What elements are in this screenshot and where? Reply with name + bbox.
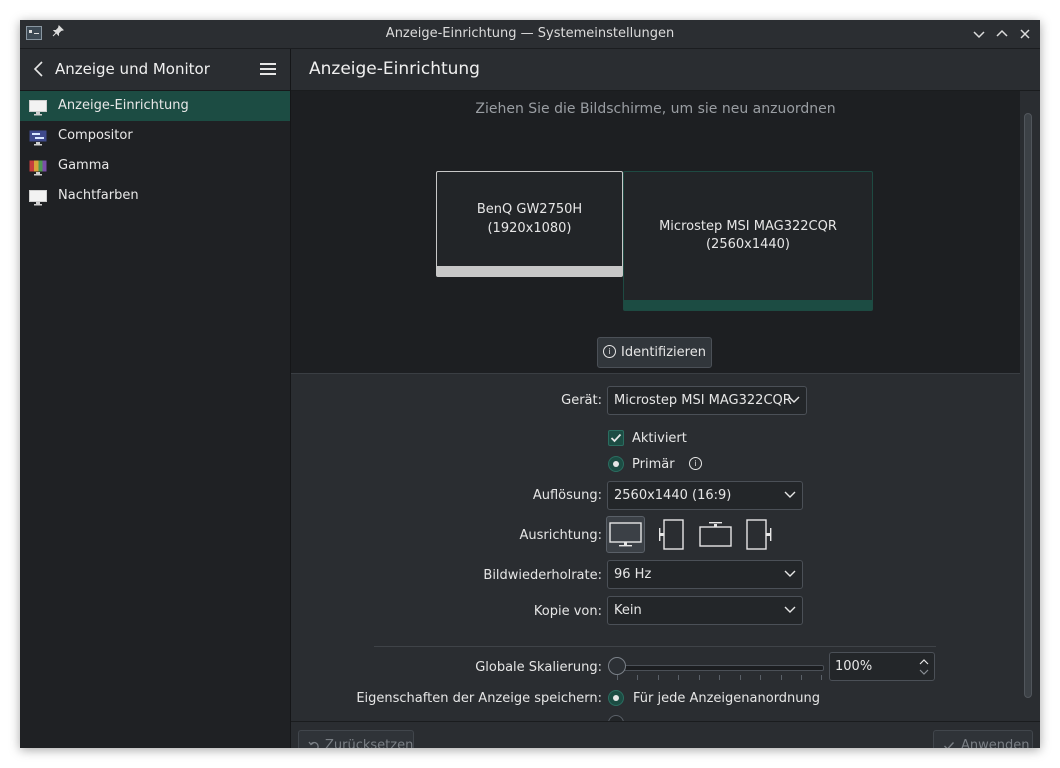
monitor-name: Microstep MSI MAG322CQR — [659, 219, 837, 234]
monitor-resolution: (1920x1080) — [487, 221, 572, 236]
save-per-arrangement-radio[interactable] — [608, 690, 624, 706]
apply-label: Anwenden — [961, 738, 1030, 748]
orientation-portrait-right-button[interactable] — [745, 516, 775, 553]
save-per-arrangement-label: Für jede Anzeigenanordnung — [633, 691, 821, 706]
refresh-rate-label: Bildwiederholrate: — [483, 568, 602, 583]
chevron-down-icon — [784, 491, 796, 498]
spin-down-icon[interactable] — [919, 669, 929, 676]
primary-radio[interactable] — [608, 456, 624, 472]
reset-label: Zurücksetzen — [325, 738, 414, 748]
refresh-rate-select[interactable]: 96 Hz — [607, 560, 803, 589]
identify-label: Identifizieren — [621, 345, 706, 360]
landscape-monitor-icon — [609, 522, 642, 547]
hamburger-menu-icon[interactable] — [260, 61, 278, 77]
chevron-down-icon — [784, 570, 796, 577]
mirror-select[interactable]: Kein — [607, 596, 803, 625]
chevron-down-icon — [788, 396, 800, 403]
spin-up-icon[interactable] — [919, 658, 929, 665]
monitor-icon — [29, 98, 47, 116]
global-scale-label: Globale Skalierung: — [475, 660, 602, 675]
sidebar: Anzeige und Monitor Anzeige-Einrichtung … — [20, 49, 291, 748]
sidebar-item-gamma[interactable]: Gamma — [20, 151, 290, 181]
mirror-value: Kein — [614, 603, 642, 618]
sidebar-list: Anzeige-Einrichtung Compositor Gamma Nac… — [20, 91, 290, 211]
scale-value: 100% — [835, 659, 873, 674]
enabled-checkbox[interactable] — [608, 430, 624, 446]
inverted-monitor-icon — [699, 522, 732, 547]
title-bar: Anzeige-Einrichtung — Systemeinstellunge… — [20, 20, 1040, 49]
sidebar-item-anzeige-einrichtung[interactable]: Anzeige-Einrichtung — [20, 91, 290, 121]
orientation-inverted-button[interactable] — [695, 516, 735, 553]
resolution-select[interactable]: 2560x1440 (16:9) — [607, 481, 803, 510]
monitor-benq[interactable]: BenQ GW2750H (1920x1080) — [436, 171, 623, 277]
maximize-button[interactable] — [993, 25, 1011, 43]
device-value: Microstep MSI MAG322CQR — [614, 393, 792, 408]
sidebar-item-label: Anzeige-Einrichtung — [58, 98, 189, 113]
sidebar-item-label: Nachtfarben — [58, 188, 139, 203]
apply-button[interactable]: Anwenden — [933, 730, 1033, 748]
scale-slider-track[interactable] — [617, 665, 824, 671]
page-title: Anzeige-Einrichtung — [309, 59, 480, 79]
reset-button[interactable]: Zurücksetzen — [298, 730, 414, 748]
device-label: Gerät: — [561, 393, 602, 408]
arrangement-hint: Ziehen Sie die Bildschirme, um sie neu a… — [475, 101, 836, 117]
main-panel: Anzeige-Einrichtung Ziehen Sie die Bilds… — [291, 49, 1040, 748]
undo-icon — [308, 741, 319, 748]
mirror-label: Kopie von: — [533, 604, 602, 619]
monitor-resolution: (2560x1440) — [705, 237, 790, 252]
sidebar-item-label: Compositor — [58, 128, 133, 143]
refresh-rate-value: 96 Hz — [614, 567, 652, 582]
info-icon[interactable]: i — [689, 457, 702, 470]
sidebar-header: Anzeige und Monitor — [20, 49, 290, 91]
window-title: Anzeige-Einrichtung — Systemeinstellunge… — [385, 26, 675, 41]
resolution-label: Auflösung: — [532, 488, 602, 503]
night-color-icon — [29, 188, 47, 206]
scale-slider-ticks — [617, 675, 822, 681]
portrait-left-monitor-icon — [659, 519, 684, 550]
monitor-name: BenQ GW2750H — [476, 202, 583, 217]
checkmark-icon — [610, 433, 622, 443]
sidebar-item-label: Gamma — [58, 158, 110, 173]
settings-window: Anzeige-Einrichtung — Systemeinstellunge… — [20, 20, 1040, 748]
compositor-icon — [29, 128, 47, 146]
main-header: Anzeige-Einrichtung — [291, 49, 1040, 91]
sidebar-title: Anzeige und Monitor — [55, 60, 210, 78]
scrollbar[interactable] — [1024, 113, 1032, 698]
sidebar-item-compositor[interactable]: Compositor — [20, 121, 290, 151]
minimize-button[interactable] — [970, 25, 988, 43]
orientation-landscape-button[interactable] — [606, 516, 645, 553]
device-select[interactable]: Microstep MSI MAG322CQR — [607, 386, 807, 415]
close-button[interactable] — [1016, 25, 1034, 43]
monitor-msi[interactable]: Microstep MSI MAG322CQR (2560x1440) — [623, 171, 873, 311]
portrait-right-monitor-icon — [746, 519, 772, 550]
gamma-icon — [29, 158, 47, 176]
identify-button[interactable]: i Identifizieren — [597, 337, 712, 368]
resolution-value: 2560x1440 (16:9) — [614, 488, 732, 503]
enabled-label: Aktiviert — [632, 431, 687, 446]
monitor-arrangement-area: Ziehen Sie die Bildschirme, um sie neu a… — [291, 91, 1020, 374]
chevron-down-icon — [784, 606, 796, 613]
scale-slider-handle[interactable] — [608, 657, 626, 675]
monitor-bar — [624, 300, 872, 310]
monitor-bar — [437, 266, 622, 276]
sidebar-item-nachtfarben[interactable]: Nachtfarben — [20, 181, 290, 211]
separator — [374, 646, 936, 647]
orientation-portrait-left-button[interactable] — [655, 516, 685, 553]
scale-spinbox[interactable]: 100% — [829, 652, 935, 681]
primary-label: Primär — [632, 457, 675, 472]
checkmark-icon — [944, 742, 955, 748]
info-icon: i — [603, 345, 617, 358]
save-properties-label: Eigenschaften der Anzeige speichern: — [356, 691, 602, 706]
orientation-label: Ausrichtung: — [519, 528, 602, 543]
back-icon[interactable] — [30, 60, 48, 78]
